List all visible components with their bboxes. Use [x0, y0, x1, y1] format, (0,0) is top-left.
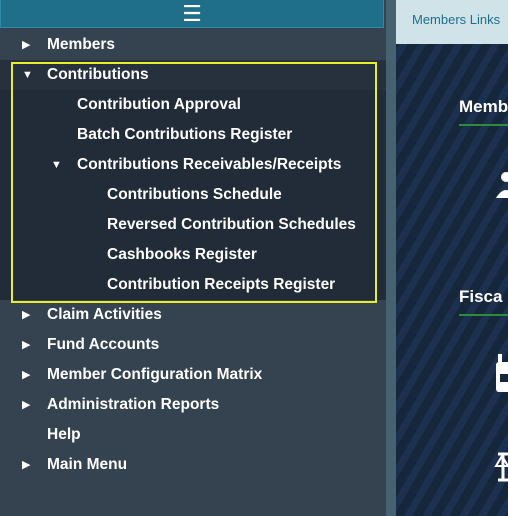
- sidebar-item-label: Contributions: [47, 66, 149, 83]
- calendar-icon[interactable]: [494, 354, 508, 394]
- sidebar-item-label: Reversed Contribution Schedules: [107, 216, 356, 233]
- caret-right-icon: ▶: [22, 339, 31, 351]
- caret-down-icon: ▼: [51, 159, 62, 171]
- sidebar-item-contributions[interactable]: ▼ Contributions: [0, 60, 386, 90]
- caret-right-icon: ▶: [22, 309, 31, 321]
- sidebar-item-label: Help: [47, 426, 81, 443]
- sidebar-item-help[interactable]: Help: [0, 420, 386, 450]
- sidebar-item-claim-activities[interactable]: ▶ Claim Activities: [0, 300, 386, 330]
- sidebar-item-members[interactable]: ▶ Members: [0, 30, 386, 60]
- main-content: [396, 0, 508, 516]
- sidebar-item-contribution-receipts-register[interactable]: Contribution Receipts Register: [0, 270, 386, 300]
- sidebar-resize-handle[interactable]: [386, 0, 396, 516]
- section-title-fiscal: Fisca: [459, 287, 503, 306]
- section-title-members: Memb: [459, 97, 508, 116]
- scale-icon[interactable]: [494, 450, 508, 490]
- sidebar-nav: ▶ Members ▼ Contributions Contribution A…: [0, 30, 386, 480]
- sidebar-item-batch-contributions-register[interactable]: Batch Contributions Register: [0, 120, 386, 150]
- sidebar-item-label: Main Menu: [47, 456, 128, 473]
- sidebar-item-label: Members: [47, 36, 116, 53]
- caret-right-icon: ▶: [22, 369, 31, 381]
- sidebar-toggle-bar[interactable]: ☰: [0, 0, 384, 28]
- sidebar-item-contribution-approval[interactable]: Contribution Approval: [0, 90, 386, 120]
- sidebar-item-label: Claim Activities: [47, 306, 162, 323]
- sidebar-item-member-configuration-matrix[interactable]: ▶ Member Configuration Matrix: [0, 360, 386, 390]
- section-underline: [459, 314, 508, 316]
- sidebar-item-label: Contribution Approval: [77, 96, 241, 113]
- sidebar-item-label: Cashbooks Register: [107, 246, 257, 263]
- sidebar-item-label: Contributions Receivables/Receipts: [77, 156, 342, 173]
- sidebar: ☰ ▶ Members ▼ Contributions Contribution…: [0, 0, 386, 516]
- sidebar-item-main-menu[interactable]: ▶ Main Menu: [0, 450, 386, 480]
- sidebar-item-administration-reports[interactable]: ▶ Administration Reports: [0, 390, 386, 420]
- sidebar-item-label: Administration Reports: [47, 396, 220, 413]
- sidebar-item-contributions-schedule[interactable]: Contributions Schedule: [0, 180, 386, 210]
- sidebar-item-reversed-contribution-schedules[interactable]: Reversed Contribution Schedules: [0, 210, 386, 240]
- sidebar-item-label: Batch Contributions Register: [77, 126, 293, 143]
- caret-right-icon: ▶: [22, 39, 31, 51]
- hamburger-menu-icon[interactable]: ☰: [182, 2, 202, 25]
- tab-members-links[interactable]: Members Links: [396, 0, 508, 44]
- sidebar-item-fund-accounts[interactable]: ▶ Fund Accounts: [0, 330, 386, 360]
- sidebar-item-label: Contributions Schedule: [107, 186, 282, 203]
- sidebar-item-label: Fund Accounts: [47, 336, 160, 353]
- sidebar-item-contributions-receivables-receipts[interactable]: ▼ Contributions Receivables/Receipts: [0, 150, 386, 180]
- sidebar-item-cashbooks-register[interactable]: Cashbooks Register: [0, 240, 386, 270]
- caret-right-icon: ▶: [22, 459, 31, 471]
- section-underline: [459, 124, 508, 126]
- caret-down-icon: ▼: [22, 69, 33, 81]
- sidebar-item-label: Member Configuration Matrix: [47, 366, 263, 383]
- users-icon[interactable]: [494, 170, 508, 200]
- sidebar-item-label: Contribution Receipts Register: [107, 276, 336, 293]
- caret-right-icon: ▶: [22, 399, 31, 411]
